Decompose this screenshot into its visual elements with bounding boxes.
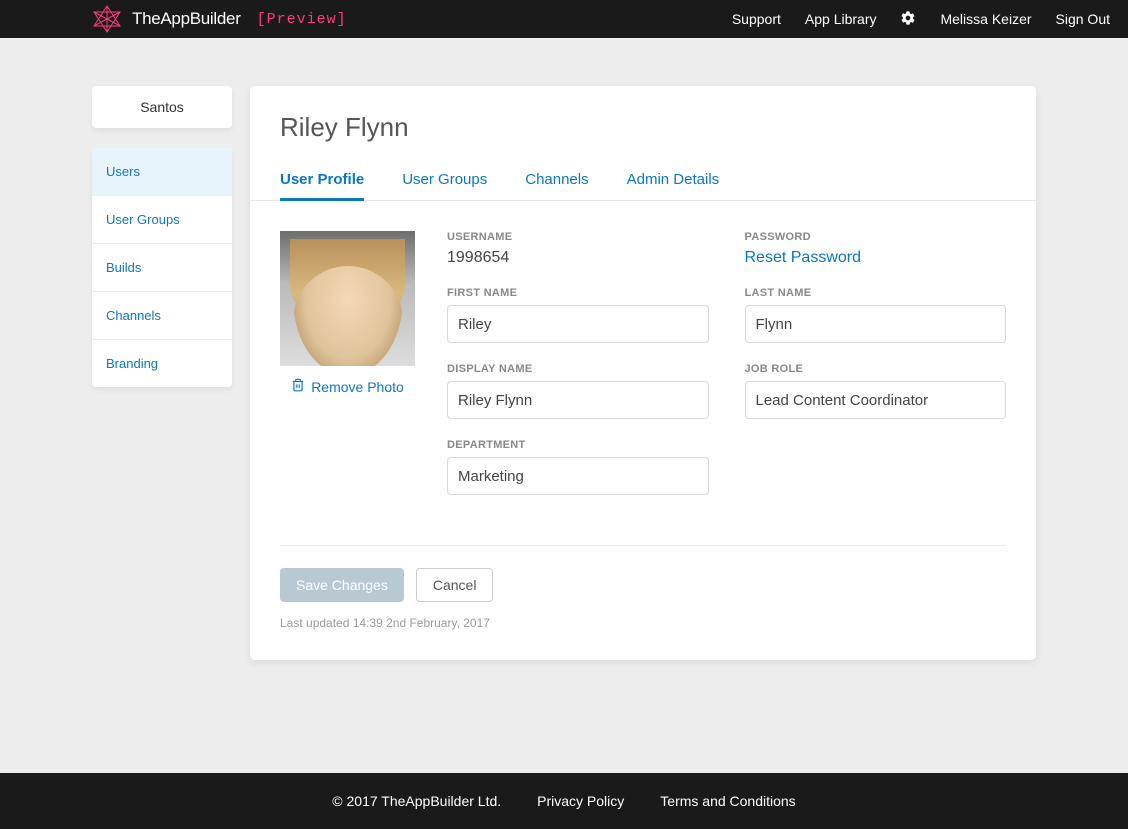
sidebar-item-channels[interactable]: Channels (92, 292, 232, 340)
brand: TheAppBuilder [Preview] (92, 4, 347, 34)
input-first-name[interactable] (447, 305, 709, 343)
sidebar-company[interactable]: Santos (92, 86, 232, 128)
input-department[interactable] (447, 457, 709, 495)
field-password: PASSWORD Reset Password (745, 231, 1007, 267)
sidebar-item-builds[interactable]: Builds (92, 244, 232, 292)
reset-password-link[interactable]: Reset Password (745, 249, 1007, 267)
top-nav: Support App Library Melissa Keizer Sign … (732, 10, 1110, 29)
label-first-name: FIRST NAME (447, 287, 709, 299)
sidebar-item-user-groups[interactable]: User Groups (92, 196, 232, 244)
last-updated: Last updated 14:39 2nd February, 2017 (280, 616, 1006, 630)
page-body: Santos Users User Groups Builds Channels… (0, 38, 1128, 773)
tab-user-profile[interactable]: User Profile (280, 161, 364, 201)
label-display-name: DISPLAY NAME (447, 363, 709, 375)
trash-icon (291, 378, 305, 395)
footer-copyright: © 2017 TheAppBuilder Ltd. (332, 793, 501, 809)
tab-channels[interactable]: Channels (525, 161, 588, 200)
card-footer: Save Changes Cancel Last updated 14:39 2… (250, 545, 1036, 630)
save-button[interactable]: Save Changes (280, 568, 404, 602)
nav-sign-out[interactable]: Sign Out (1056, 11, 1110, 27)
sidebar-item-branding[interactable]: Branding (92, 340, 232, 387)
footer-privacy[interactable]: Privacy Policy (537, 793, 624, 809)
divider (280, 545, 1006, 546)
field-username: USERNAME 1998654 (447, 231, 709, 267)
nav-user-name[interactable]: Melissa Keizer (940, 11, 1031, 27)
card-header: Riley Flynn (250, 86, 1036, 161)
brand-name: TheAppBuilder (132, 9, 241, 29)
field-first-name: FIRST NAME (447, 287, 709, 343)
tab-admin-details[interactable]: Admin Details (627, 161, 720, 200)
input-job-role[interactable] (745, 381, 1007, 419)
brand-preview-tag: [Preview] (257, 11, 347, 28)
input-display-name[interactable] (447, 381, 709, 419)
nav-support[interactable]: Support (732, 11, 781, 27)
field-last-name: LAST NAME (745, 287, 1007, 343)
nav-app-library[interactable]: App Library (805, 11, 877, 27)
label-password: PASSWORD (745, 231, 1007, 243)
label-username: USERNAME (447, 231, 709, 243)
button-row: Save Changes Cancel (280, 568, 1006, 602)
main-card: Riley Flynn User Profile User Groups Cha… (250, 86, 1036, 660)
tabs: User Profile User Groups Channels Admin … (250, 161, 1036, 201)
top-bar: TheAppBuilder [Preview] Support App Libr… (0, 0, 1128, 38)
footer: © 2017 TheAppBuilder Ltd. Privacy Policy… (0, 773, 1128, 829)
logo-icon (92, 4, 122, 34)
photo-column: Remove Photo (280, 231, 415, 495)
tab-user-groups[interactable]: User Groups (402, 161, 487, 200)
remove-photo-button[interactable]: Remove Photo (291, 378, 404, 395)
footer-terms[interactable]: Terms and Conditions (660, 793, 795, 809)
label-department: DEPARTMENT (447, 439, 709, 451)
field-department: DEPARTMENT (447, 439, 709, 495)
fields-columns: USERNAME 1998654 FIRST NAME DISPLAY NAME (447, 231, 1006, 495)
label-last-name: LAST NAME (745, 287, 1007, 299)
page-title: Riley Flynn (280, 112, 1006, 143)
avatar (280, 231, 415, 366)
label-job-role: JOB ROLE (745, 363, 1007, 375)
field-display-name: DISPLAY NAME (447, 363, 709, 419)
cancel-button[interactable]: Cancel (416, 568, 494, 602)
field-job-role: JOB ROLE (745, 363, 1007, 419)
sidebar: Santos Users User Groups Builds Channels… (92, 86, 232, 387)
gear-icon[interactable] (900, 10, 916, 29)
remove-photo-label: Remove Photo (311, 379, 404, 395)
sidebar-item-users[interactable]: Users (92, 148, 232, 196)
input-last-name[interactable] (745, 305, 1007, 343)
form-area: Remove Photo USERNAME 1998654 FIRST NAME (250, 201, 1036, 505)
fields-left: USERNAME 1998654 FIRST NAME DISPLAY NAME (447, 231, 709, 495)
fields-right: PASSWORD Reset Password LAST NAME JOB RO… (745, 231, 1007, 495)
value-username: 1998654 (447, 249, 709, 267)
sidebar-nav: Users User Groups Builds Channels Brandi… (92, 148, 232, 387)
